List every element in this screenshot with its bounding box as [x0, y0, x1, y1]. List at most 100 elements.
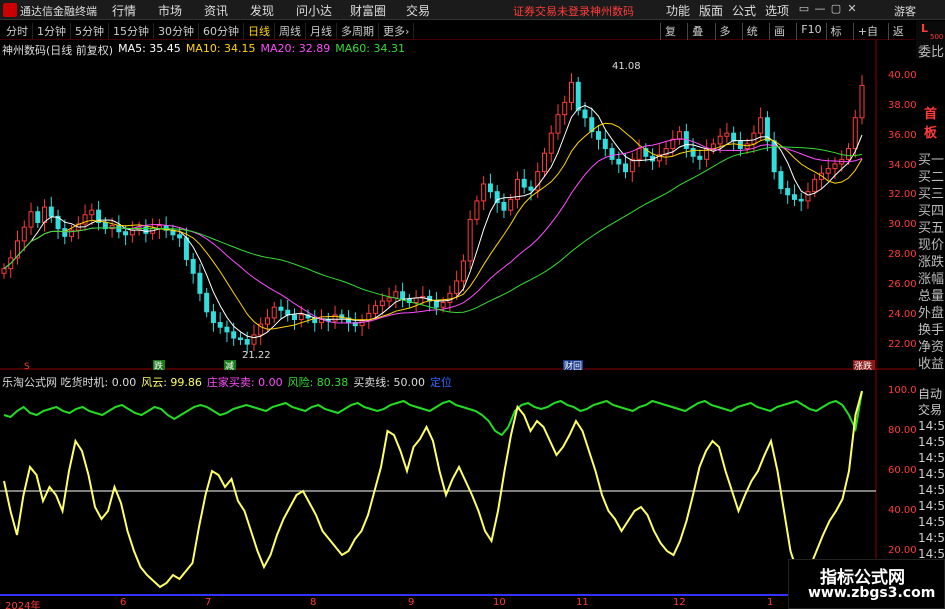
ma10-value: MA10: 34.15: [185, 42, 256, 55]
candle-body: [710, 143, 716, 150]
candle-body: [548, 132, 554, 154]
high-price-label: 41.08: [612, 61, 641, 72]
candle-body: [285, 309, 291, 316]
candle-body: [217, 322, 223, 328]
candle-body: [623, 163, 629, 173]
tab-60min[interactable]: 60分钟: [199, 23, 244, 39]
indicator-name[interactable]: 乐淘公式网 吃货时机: 0.00: [2, 374, 136, 390]
menu-gongshi[interactable]: 公式: [732, 2, 756, 19]
right-menu: 功能 版面 公式 选项: [666, 2, 798, 19]
candle-body: [602, 138, 608, 150]
candle-body: [271, 306, 277, 319]
candle-body: [852, 117, 858, 150]
candle-body: [400, 291, 406, 300]
candle-body: [575, 81, 581, 111]
menu-shichang[interactable]: 市场: [158, 2, 204, 19]
menu-caifuquan[interactable]: 财富圈: [350, 2, 406, 19]
watermark-url: www.zbgs3.com: [808, 585, 936, 601]
stock-title: 神州数码(日线 前复权): [2, 44, 114, 57]
tab-30min[interactable]: 30分钟: [154, 23, 199, 39]
price-tick: 40.00: [888, 70, 917, 81]
indicator-tick: 100.0: [888, 385, 917, 396]
price-tick: 30.00: [888, 219, 917, 230]
candle-body: [210, 311, 216, 324]
candle-body: [751, 132, 757, 145]
marker-hui: 回: [573, 361, 582, 372]
trade-login-warning[interactable]: 证券交易未登录: [513, 3, 590, 19]
candle-body: [845, 148, 851, 160]
tab-more[interactable]: 更多›: [379, 23, 415, 39]
minimize-icon[interactable]: —: [812, 2, 828, 15]
tab-monthly[interactable]: 月线: [306, 23, 337, 39]
tab-15min[interactable]: 15分钟: [109, 23, 154, 39]
candle-body: [501, 201, 507, 211]
menu-wenxiaoda[interactable]: 问小达: [296, 2, 350, 19]
candle-body: [791, 194, 797, 200]
tab-5min[interactable]: 5分钟: [71, 23, 109, 39]
indicator-tick: 20.00: [888, 545, 917, 556]
tab-1min[interactable]: 1分钟: [33, 23, 71, 39]
quote-panel-list: 买一 买二 买三 买四 买五 现价 涨跌 涨幅 总量 外盘 换手 净资 收益: [918, 152, 945, 373]
indicator-tick: 60.00: [888, 465, 917, 476]
menu-gongneng[interactable]: 功能: [666, 2, 690, 19]
trade-label[interactable]: 交易: [918, 402, 945, 418]
candle-body: [731, 132, 737, 142]
date-tick: 8: [310, 597, 317, 608]
chart-background: [0, 40, 916, 609]
candle-body: [697, 155, 703, 160]
candle-body: [670, 138, 676, 150]
price-tick: 22.00: [888, 339, 917, 350]
price-tick: 36.00: [888, 130, 917, 141]
tab-weekly[interactable]: 周线: [275, 23, 306, 39]
price-tick: 24.00: [888, 309, 917, 320]
restore-icon[interactable]: ▭: [796, 2, 812, 15]
candle-body: [278, 306, 284, 311]
candle-body: [454, 280, 460, 294]
maximize-icon[interactable]: ▢: [828, 2, 844, 15]
kline-chart[interactable]: 41.08 21.22 S 跌 减 财 回 涨跌: [0, 40, 916, 609]
candle-body: [123, 231, 129, 236]
tick-time: 14:56: [918, 467, 945, 481]
menu-jiaoyi[interactable]: 交易: [406, 2, 446, 19]
candle-body: [568, 81, 574, 103]
candle-body: [413, 297, 419, 304]
menu-xuanxiang[interactable]: 选项: [765, 2, 789, 19]
candle-body: [292, 314, 298, 321]
first-board-label: 首板: [924, 107, 938, 141]
candle-body: [231, 331, 237, 339]
menu-faxian[interactable]: 发现: [250, 2, 296, 19]
quote-row: 总量: [918, 289, 945, 304]
candle-body: [724, 132, 730, 137]
candle-body: [460, 260, 466, 282]
period-toolbar: 分时 1分钟 5分钟 15分钟 30分钟 60分钟 日线 周线 月线 多周期 更…: [0, 21, 915, 55]
quote-row: 涨跌: [918, 255, 945, 270]
tab-daily[interactable]: 日线: [244, 23, 275, 39]
tab-fenshi[interactable]: 分时: [2, 23, 33, 39]
level-label: L: [921, 22, 929, 35]
maimai-value: 买卖线: 50.00: [353, 376, 426, 389]
ma-legend: 神州数码(日线 前复权) MA5: 35.45 MA10: 34.15 MA20…: [2, 42, 405, 58]
guest-login[interactable]: 游客: [894, 3, 916, 19]
tab-multi-period[interactable]: 多周期: [337, 23, 379, 39]
menu-hangqing[interactable]: 行情: [112, 2, 158, 19]
candle-body: [629, 158, 635, 173]
price-tick: 26.00: [888, 279, 917, 290]
indicator-tick: 40.00: [888, 505, 917, 516]
candle-body: [785, 188, 791, 196]
candle-body: [264, 317, 270, 325]
candle-body: [177, 234, 183, 239]
candle-body: [616, 158, 622, 165]
marker-die: 跌: [154, 361, 163, 372]
candle-body: [440, 302, 446, 308]
menu-banmian[interactable]: 版面: [699, 2, 723, 19]
candle-body: [758, 117, 764, 134]
candle-body: [42, 206, 48, 223]
date-tick: 2024年: [5, 601, 41, 609]
menu-zixun[interactable]: 资讯: [204, 2, 250, 19]
tick-time: 14:56: [918, 499, 945, 513]
candle-body: [528, 186, 534, 191]
auto-trade-label[interactable]: 自动: [918, 386, 945, 402]
close-icon[interactable]: ✕: [844, 2, 860, 15]
tick-time: 14:56: [918, 515, 945, 529]
candle-body: [237, 337, 243, 341]
